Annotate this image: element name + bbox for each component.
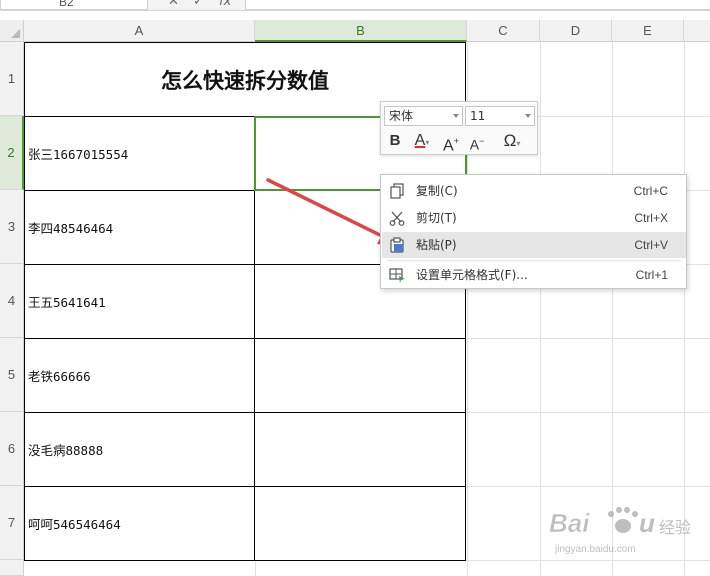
paste-icon bbox=[390, 237, 404, 253]
bold-button[interactable]: B bbox=[384, 130, 406, 152]
chevron-down-icon bbox=[525, 114, 531, 118]
row-header-5[interactable]: 5 bbox=[0, 338, 24, 412]
context-menu: 复制(C) Ctrl+C 剪切(T) Ctrl+X 粘贴(P) Ctrl+V 设… bbox=[380, 174, 687, 289]
cell-a3[interactable]: 李四48546464 bbox=[24, 190, 255, 265]
cell-b7[interactable] bbox=[254, 486, 466, 561]
menu-item-shortcut: Ctrl+X bbox=[634, 211, 668, 225]
cell-a2[interactable]: 张三1667015554 bbox=[24, 116, 255, 191]
font-size-value: 11 bbox=[470, 109, 486, 123]
shrink-font-icon: A bbox=[469, 136, 480, 153]
menu-item-label: 剪切(T) bbox=[416, 211, 457, 225]
cell-b6[interactable] bbox=[254, 412, 466, 487]
row-header-2[interactable]: 2 bbox=[0, 116, 24, 190]
column-header-f[interactable] bbox=[684, 20, 710, 42]
watermark-url: jingyan.baidu.com bbox=[555, 544, 636, 555]
grow-font-button[interactable]: A+ bbox=[439, 130, 463, 155]
column-header-c[interactable]: C bbox=[467, 20, 540, 42]
cell-a6[interactable]: 没毛病88888 bbox=[24, 412, 255, 487]
cell-a7[interactable]: 呵呵546546464 bbox=[24, 486, 255, 561]
font-color-button[interactable]: A▾ bbox=[408, 130, 436, 152]
select-all-corner[interactable] bbox=[0, 20, 24, 42]
menu-item-label: 复制(C) bbox=[416, 184, 458, 198]
row-header-6[interactable]: 6 bbox=[0, 412, 24, 486]
row-header-7[interactable]: 7 bbox=[0, 486, 24, 560]
formula-bar: B2 ✕ ✓ fx bbox=[0, 0, 710, 11]
font-name-select[interactable]: 宋体 bbox=[384, 106, 463, 126]
symbol-button[interactable]: Ω▾ bbox=[495, 130, 529, 152]
menu-item-shortcut: Ctrl+V bbox=[634, 238, 668, 252]
formula-input[interactable] bbox=[245, 0, 710, 10]
font-name-value: 宋体 bbox=[389, 109, 414, 123]
column-header-e[interactable]: E bbox=[612, 20, 684, 42]
column-header-d[interactable]: D bbox=[540, 20, 612, 42]
menu-item-cut[interactable]: 剪切(T) Ctrl+X bbox=[382, 205, 686, 231]
copy-icon bbox=[390, 183, 404, 199]
menu-item-label: 设置单元格格式(F)... bbox=[416, 268, 528, 282]
font-size-select[interactable]: 11 bbox=[465, 106, 535, 126]
svg-text:u: u bbox=[639, 508, 655, 538]
fx-icon[interactable]: fx bbox=[219, 0, 231, 9]
scissors-icon bbox=[389, 211, 405, 226]
omega-icon: Ω bbox=[503, 131, 517, 150]
baidu-watermark: Bai u 经验 jingyan.baidu.com bbox=[545, 500, 705, 560]
menu-item-paste[interactable]: 粘贴(P) Ctrl+V bbox=[382, 232, 686, 258]
column-header-b[interactable]: B bbox=[255, 20, 467, 42]
confirm-icon[interactable]: ✓ bbox=[193, 0, 204, 9]
name-box[interactable]: B2 bbox=[0, 0, 148, 10]
menu-item-format-cells[interactable]: 设置单元格格式(F)... Ctrl+1 bbox=[382, 262, 686, 288]
cell-b5[interactable] bbox=[254, 338, 466, 413]
row-header-4[interactable]: 4 bbox=[0, 264, 24, 338]
menu-separator bbox=[387, 260, 681, 261]
menu-item-label: 粘贴(P) bbox=[416, 238, 457, 252]
column-header-a[interactable]: A bbox=[24, 20, 255, 42]
chevron-down-icon bbox=[453, 114, 459, 118]
row-header-8[interactable] bbox=[0, 560, 24, 576]
shrink-font-button[interactable]: A− bbox=[465, 130, 489, 153]
row-header-3[interactable]: 3 bbox=[0, 190, 24, 264]
menu-item-shortcut: Ctrl+1 bbox=[635, 268, 668, 282]
mini-toolbar: 宋体 11 B A▾ A+ A− Ω▾ bbox=[380, 101, 538, 155]
watermark-label: 经验 bbox=[659, 518, 692, 537]
row-header-1[interactable]: 1 bbox=[0, 42, 24, 116]
font-color-icon: A bbox=[414, 132, 426, 149]
grow-font-icon: A bbox=[443, 137, 454, 155]
cancel-icon[interactable]: ✕ bbox=[168, 0, 179, 9]
menu-item-shortcut: Ctrl+C bbox=[633, 184, 668, 198]
cell-a4[interactable]: 王五5641641 bbox=[24, 264, 255, 339]
format-cells-icon bbox=[389, 268, 405, 283]
svg-text:Bai: Bai bbox=[549, 508, 590, 538]
menu-item-copy[interactable]: 复制(C) Ctrl+C bbox=[382, 178, 686, 204]
cell-a5[interactable]: 老铁66666 bbox=[24, 338, 255, 413]
